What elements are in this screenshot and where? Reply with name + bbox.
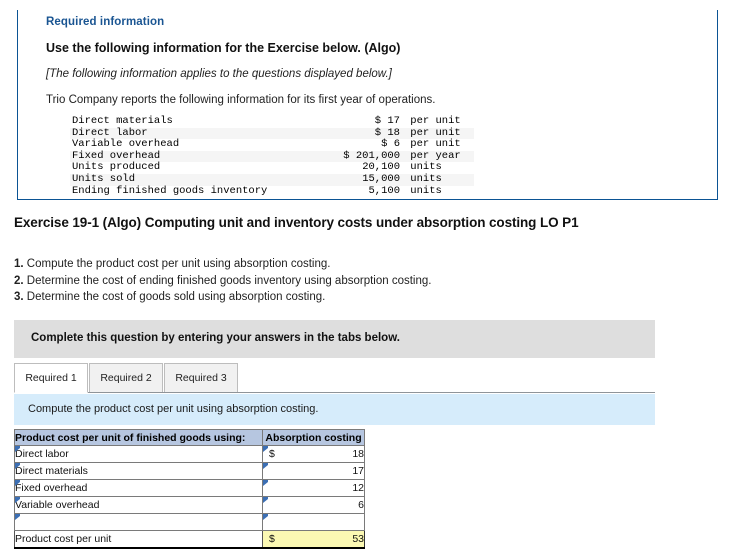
cell-marker-icon: [263, 463, 268, 469]
given-data-table: Direct materials $ 17 per unit Direct labo…: [70, 115, 474, 198]
tab-label: Required 2: [100, 372, 152, 384]
required-information-title: Required information: [46, 16, 165, 28]
page-title: Exercise 19-1 (Algo) Computing unit and …: [14, 215, 579, 230]
total-label-text: Product cost per unit: [15, 532, 112, 545]
answer-table-row: Variable overhead 6: [14, 496, 365, 514]
answer-value-input[interactable]: 17: [262, 462, 365, 480]
total-label: Product cost per unit: [14, 530, 263, 549]
currency-symbol: $: [269, 533, 275, 545]
answer-table-row: Direct materials 17: [14, 462, 365, 480]
instruction-bar-text: Complete this question by entering your …: [31, 332, 400, 344]
answer-table-head: Product cost per unit of finished goods …: [14, 429, 365, 446]
prompt-bar-text: Compute the product cost per unit using …: [28, 403, 319, 415]
answer-value-input[interactable]: 12: [262, 479, 365, 497]
tabs-underline: [14, 392, 655, 393]
given-data-body: Direct materials $ 17 per unit Direct labo…: [70, 115, 474, 198]
answer-table: Product cost per unit of finished goods …: [14, 429, 365, 549]
requirement-text: Compute the product cost per unit using …: [26, 258, 331, 270]
tab-required-1[interactable]: Required 1: [14, 363, 88, 393]
applies-note: [The following information applies to th…: [46, 68, 392, 80]
given-data-amount: 5,100: [368, 184, 400, 197]
cell-marker-icon: [15, 446, 20, 452]
given-data-amount: $ 17: [374, 115, 400, 127]
answer-total-row: Product cost per unit $53: [14, 530, 365, 549]
company-lead-in-text: Trio Company reports the following infor…: [46, 94, 436, 106]
answer-value-input[interactable]: $18: [262, 445, 365, 463]
answer-label-text: Fixed overhead: [15, 482, 88, 494]
answer-label-text: Direct labor: [15, 448, 69, 460]
cell-marker-icon: [263, 514, 268, 520]
answer-value-text: 12: [352, 482, 364, 494]
currency-symbol: $: [269, 448, 275, 460]
given-data-unit: units: [404, 173, 474, 186]
given-data-label: Direct materials: [72, 115, 173, 127]
total-value: $53: [262, 530, 365, 549]
answer-label-input[interactable]: Direct materials: [14, 462, 263, 480]
answer-table-row: [14, 513, 365, 531]
exercise-instruction-heading: Use the following information for the Ex…: [46, 41, 401, 55]
cell-marker-icon: [15, 463, 20, 469]
answer-label-input[interactable]: Variable overhead: [14, 496, 263, 514]
instruction-bar: Complete this question by entering your …: [14, 320, 655, 358]
answer-label-text: Variable overhead: [15, 499, 100, 511]
answer-value-text: 6: [358, 499, 364, 511]
cell-marker-icon: [15, 480, 20, 486]
requirement-number: 1.: [14, 258, 27, 270]
answer-label-text: Direct materials: [15, 465, 88, 477]
cell-marker-icon: [263, 480, 268, 486]
answer-header-label: Product cost per unit of finished goods …: [14, 429, 263, 446]
given-data-row: Direct materials $ 17 per unit: [70, 115, 474, 128]
requirement-item: 3. Determine the cost of goods sold usin…: [14, 289, 431, 306]
answer-label-input[interactable]: Fixed overhead: [14, 479, 263, 497]
cell-marker-icon: [15, 514, 20, 520]
cell-marker-icon: [263, 497, 268, 503]
tab-required-3[interactable]: Required 3: [164, 363, 238, 393]
total-value-text: 53: [352, 532, 364, 545]
tab-label: Required 1: [25, 372, 77, 384]
required-information-panel: Required information Use the following i…: [17, 10, 718, 200]
answer-table-header-row: Product cost per unit of finished goods …: [14, 429, 365, 446]
answer-label-input[interactable]: Direct labor: [14, 445, 263, 463]
requirement-item: 2. Determine the cost of ending finished…: [14, 273, 431, 290]
requirement-item: 1. Compute the product cost per unit usi…: [14, 256, 431, 273]
answer-table-body: Direct labor $18 Direct materials 17 Fixed o…: [14, 445, 365, 549]
answer-table-row: Fixed overhead 12: [14, 479, 365, 497]
prompt-bar: Compute the product cost per unit using …: [14, 394, 655, 425]
given-data-row: Units sold 15,000 units: [70, 173, 474, 186]
answer-label-input[interactable]: [14, 513, 263, 531]
cell-marker-icon: [263, 446, 268, 452]
answer-table-row: Direct labor $18: [14, 445, 365, 463]
given-data-unit: per unit: [404, 115, 461, 127]
requirements-list: 1. Compute the product cost per unit usi…: [14, 256, 431, 306]
answer-header-value: Absorption costing: [262, 429, 365, 446]
requirement-number: 3.: [14, 291, 27, 303]
given-data-label: Units sold: [70, 173, 326, 186]
tab-label: Required 3: [175, 372, 227, 384]
given-data-label: Ending finished goods inventory: [72, 184, 268, 197]
answer-value-input[interactable]: [262, 513, 365, 531]
requirement-text: Determine the cost of ending finished go…: [26, 274, 432, 287]
answer-value-text: 17: [352, 465, 364, 477]
cell-marker-icon: [15, 497, 20, 503]
answer-value-text: 18: [352, 448, 364, 460]
given-data-amount: 15,000: [325, 173, 404, 186]
given-data-row: Ending finished goods inventory 5,100 uni…: [70, 184, 474, 198]
requirement-number: 2.: [14, 274, 27, 287]
requirement-text: Determine the cost of goods sold using a…: [26, 291, 326, 303]
required-tabs: Required 1 Required 2 Required 3: [14, 363, 655, 394]
answer-table-wrapper: Product cost per unit of finished goods …: [14, 429, 365, 549]
given-data-unit: units: [404, 184, 442, 197]
answer-value-input[interactable]: 6: [262, 496, 365, 514]
tab-required-2[interactable]: Required 2: [89, 363, 163, 393]
